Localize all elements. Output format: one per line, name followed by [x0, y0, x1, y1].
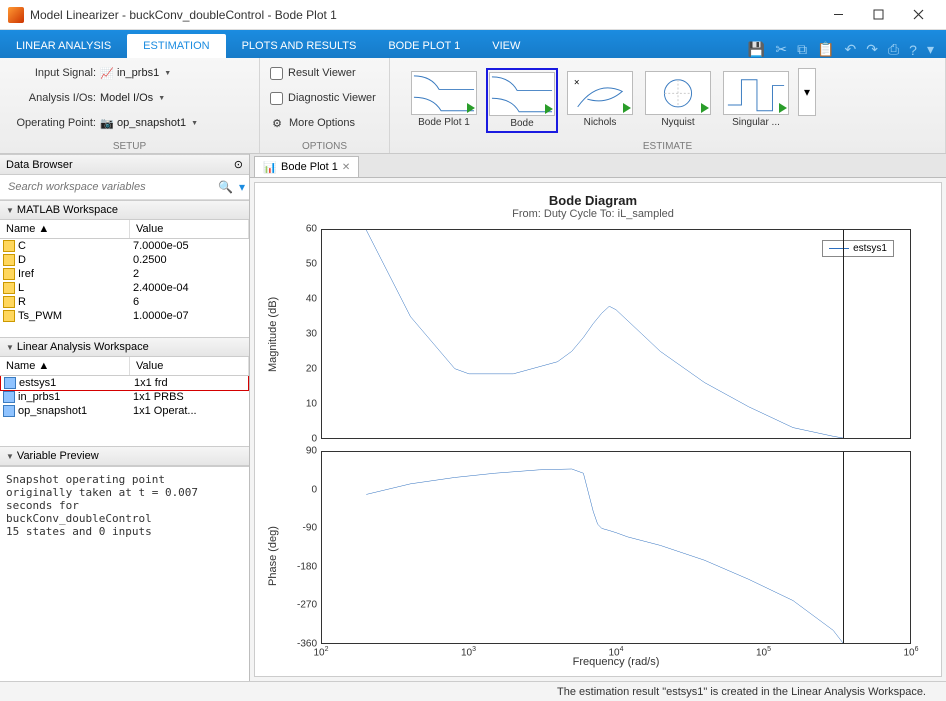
estimate-nyquist[interactable]: Nyquist [642, 68, 714, 131]
svg-text:×: × [574, 78, 580, 89]
var-Ts_PWM[interactable]: Ts_PWM1.0000e-07 [0, 309, 249, 323]
app-icon [8, 7, 24, 23]
operating-point-dropdown[interactable]: 📷op_snapshot1 [100, 116, 198, 130]
phase-ylabel: Phase (deg) [265, 446, 281, 666]
linear-analysis-workspace-header[interactable]: Linear Analysis Workspace [0, 337, 249, 357]
plot-title: Bode Diagram [549, 193, 637, 208]
input-signal-label: Input Signal: [10, 67, 96, 79]
search-input[interactable] [4, 177, 218, 197]
ws1-body[interactable]: C7.0000e-05D0.2500Iref2L2.4000e-04R6Ts_P… [0, 239, 249, 337]
ribbon: Input Signal: 📈in_prbs1 Analysis I/Os: M… [0, 58, 946, 154]
plot-icon: 📊 [263, 160, 277, 174]
quick-access-toolbar: 💾 ✂ ⧉ 📋 ↶ ↷ ⎙ ? ▾ [748, 41, 946, 58]
tab-plots-results[interactable]: PLOTS AND RESULTS [226, 34, 373, 58]
matlab-workspace-header[interactable]: MATLAB Workspace [0, 200, 249, 220]
ribbon-group-setup: Input Signal: 📈in_prbs1 Analysis I/Os: M… [0, 58, 260, 153]
phase-chart[interactable]: Phase (deg) -360-270-180-90090 102103104… [265, 446, 921, 666]
var-D[interactable]: D0.2500 [0, 253, 249, 267]
expand-icon[interactable]: ▾ [927, 41, 934, 58]
ws2-columns: Name ▲ Value [0, 357, 249, 376]
ribbon-group-estimate: Bode Plot 1Bode×NicholsNyquistSingular .… [390, 58, 946, 153]
estimate-nichols[interactable]: ×Nichols [564, 68, 636, 131]
var-L[interactable]: L2.4000e-04 [0, 281, 249, 295]
data-browser-header[interactable]: Data Browser⊙ [0, 154, 249, 175]
cut-icon[interactable]: ✂ [775, 41, 787, 58]
estimate-more[interactable]: ▾ [798, 68, 816, 116]
tab-estimation[interactable]: ESTIMATION [127, 34, 225, 58]
ws1-col-value[interactable]: Value [130, 220, 249, 238]
tab-bode-plot-1[interactable]: BODE PLOT 1 [372, 34, 476, 58]
maximize-button[interactable] [858, 1, 898, 29]
save-icon[interactable]: 💾 [748, 41, 765, 58]
paste-icon[interactable]: 📋 [817, 41, 834, 58]
status-bar: The estimation result "estsys1" is creat… [0, 681, 946, 701]
search-row: 🔍▾ [0, 175, 249, 200]
group-label-estimate: ESTIMATE [390, 141, 945, 152]
variable-preview-header[interactable]: Variable Preview [0, 446, 249, 466]
group-label-options: OPTIONS [260, 141, 389, 152]
magnitude-chart[interactable]: Magnitude (dB) 0102030405060 estsys1 [265, 224, 921, 444]
result-viewer-checkbox[interactable]: Result Viewer [270, 62, 379, 84]
search-icon[interactable]: 🔍 [218, 180, 233, 194]
plot-area: Bode Diagram From: Duty Cycle To: iL_sam… [254, 182, 942, 677]
ws2-col-name[interactable]: Name ▲ [0, 357, 130, 375]
ws1-columns: Name ▲ Value [0, 220, 249, 239]
status-text: The estimation result "estsys1" is creat… [557, 686, 926, 698]
var-op_snapshot1[interactable]: op_snapshot11x1 Operat... [0, 404, 249, 418]
analysis-ios-dropdown[interactable]: Model I/Os [100, 92, 165, 104]
titlebar: Model Linearizer - buckConv_doubleContro… [0, 0, 946, 30]
var-C[interactable]: C7.0000e-05 [0, 239, 249, 253]
xlabel: Frequency (rad/s) [321, 656, 911, 668]
search-dropdown-icon[interactable]: ▾ [239, 180, 245, 194]
tab-linear-analysis[interactable]: LINEAR ANALYSIS [0, 34, 127, 58]
var-estsys1[interactable]: estsys11x1 frd [0, 376, 249, 391]
plot-subtitle: From: Duty Cycle To: iL_sampled [512, 208, 674, 220]
group-label-setup: SETUP [0, 141, 259, 152]
window-title: Model Linearizer - buckConv_doubleContro… [30, 8, 818, 22]
copy-icon[interactable]: ⧉ [797, 41, 807, 58]
ribbon-group-options: Result Viewer Diagnostic Viewer ⚙More Op… [260, 58, 390, 153]
undo-icon[interactable]: ↶ [845, 41, 857, 58]
panel-menu-icon[interactable]: ⊙ [234, 158, 243, 171]
var-in_prbs1[interactable]: in_prbs11x1 PRBS [0, 390, 249, 404]
ws2-body[interactable]: estsys11x1 frdin_prbs11x1 PRBSop_snapsho… [0, 376, 249, 446]
analysis-ios-label: Analysis I/Os: [10, 92, 96, 104]
tab-view[interactable]: VIEW [476, 34, 536, 58]
snapshot-icon: 📷 [100, 116, 114, 130]
redo-icon[interactable]: ↷ [866, 41, 878, 58]
data-browser-panel: Data Browser⊙ 🔍▾ MATLAB Workspace Name ▲… [0, 154, 250, 681]
ws2-col-value[interactable]: Value [130, 357, 249, 375]
variable-preview-text: Snapshot operating point originally take… [0, 466, 249, 681]
estimate-bode-plot-1[interactable]: Bode Plot 1 [408, 68, 480, 131]
print-icon[interactable]: ⎙ [888, 41, 899, 58]
estimate-singular-[interactable]: Singular ... [720, 68, 792, 131]
estimate-bode[interactable]: Bode [486, 68, 558, 133]
more-options-button[interactable]: ⚙More Options [270, 112, 379, 134]
mag-ylabel: Magnitude (dB) [265, 224, 281, 444]
operating-point-label: Operating Point: [10, 117, 96, 129]
var-Iref[interactable]: Iref2 [0, 267, 249, 281]
diagnostic-viewer-checkbox[interactable]: Diagnostic Viewer [270, 87, 379, 109]
input-signal-dropdown[interactable]: 📈in_prbs1 [100, 66, 171, 80]
var-R[interactable]: R6 [0, 295, 249, 309]
signal-icon: 📈 [100, 66, 114, 80]
close-button[interactable] [898, 1, 938, 29]
toolstrip-tabs: LINEAR ANALYSIS ESTIMATION PLOTS AND RES… [0, 30, 946, 58]
gear-icon: ⚙ [270, 116, 284, 130]
doc-tab-bode[interactable]: 📊 Bode Plot 1 ✕ [254, 156, 359, 177]
document-area: 📊 Bode Plot 1 ✕ Bode Diagram From: Duty … [250, 154, 946, 681]
document-tabs: 📊 Bode Plot 1 ✕ [250, 154, 946, 178]
ws1-col-name[interactable]: Name ▲ [0, 220, 130, 238]
minimize-button[interactable] [818, 1, 858, 29]
help-icon[interactable]: ? [909, 42, 917, 58]
close-doc-icon[interactable]: ✕ [342, 162, 350, 173]
